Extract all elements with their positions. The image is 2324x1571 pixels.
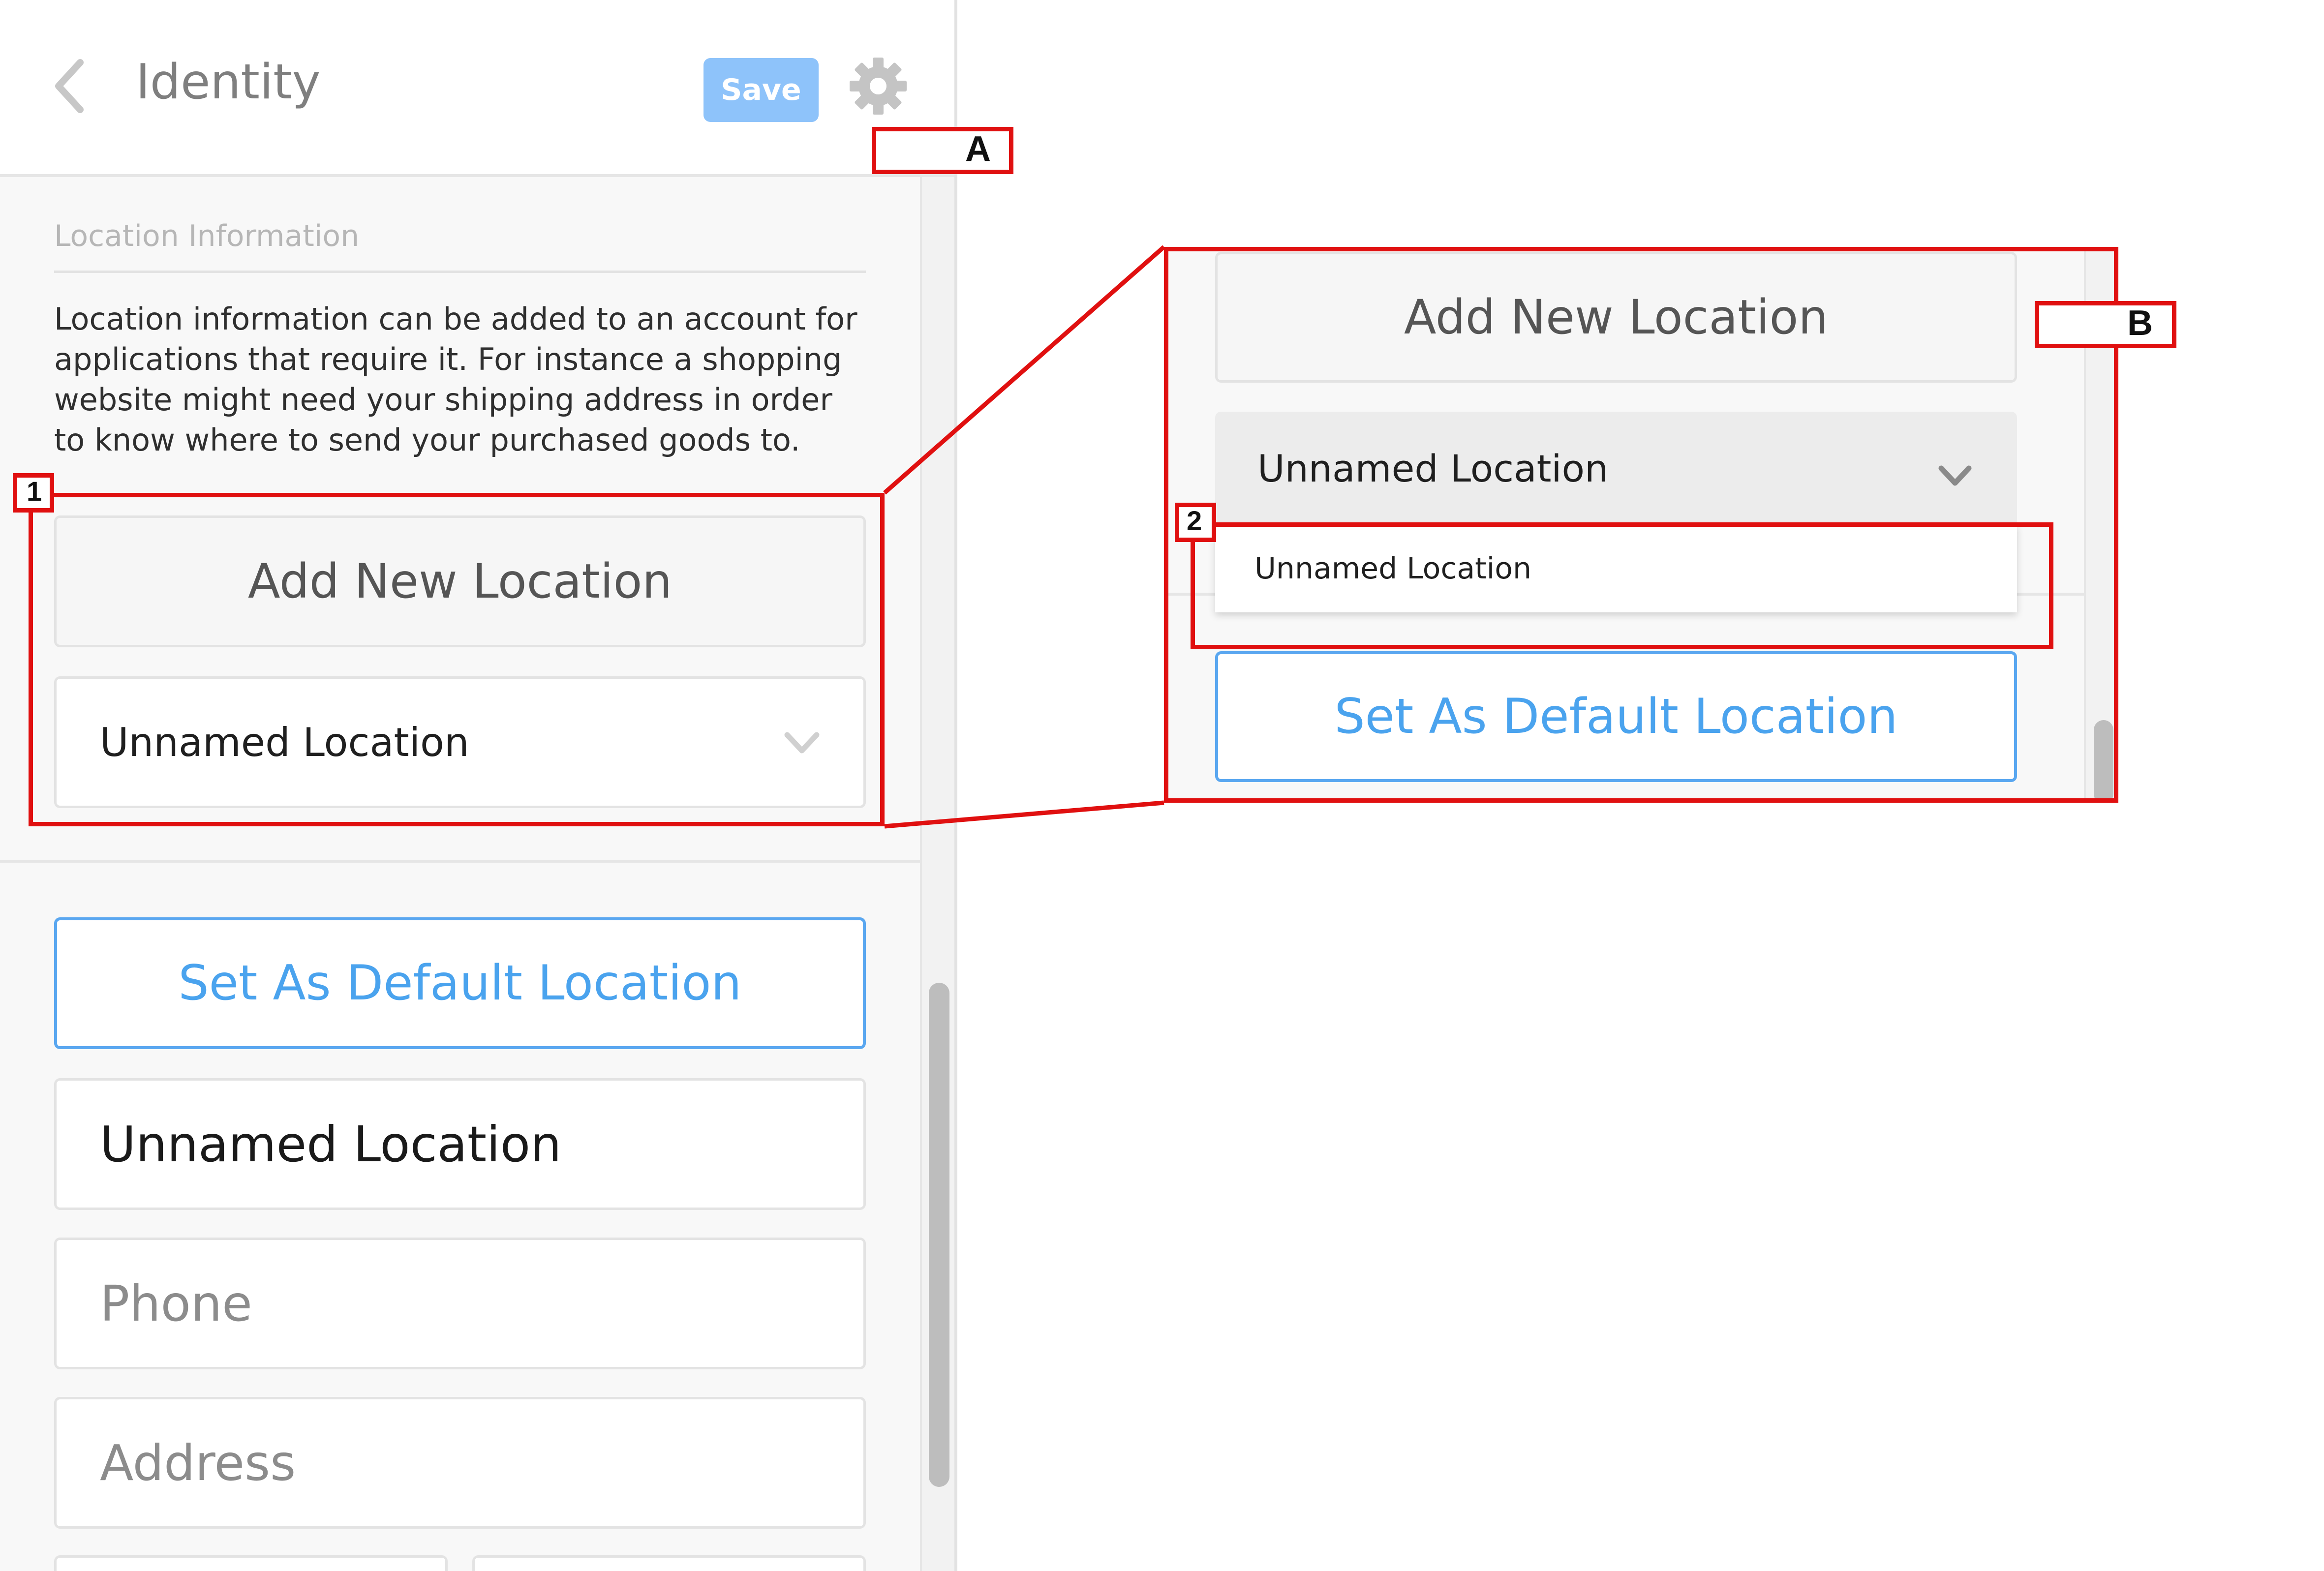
phone-placeholder: Phone bbox=[100, 1274, 252, 1332]
annotation-label-1: 1 bbox=[27, 476, 42, 507]
section-description: Location information can be added to an … bbox=[54, 301, 857, 458]
annotation-label-2: 2 bbox=[1187, 505, 1202, 536]
save-button[interactable]: Save bbox=[703, 58, 819, 122]
scrollbar-thumb[interactable] bbox=[929, 983, 949, 1487]
location-name-value: Unnamed Location bbox=[100, 1115, 562, 1173]
annotation-box-b bbox=[2035, 301, 2176, 348]
location-name-field[interactable]: Unnamed Location bbox=[54, 1078, 866, 1210]
section-divider bbox=[54, 271, 866, 273]
address-placeholder: Address bbox=[100, 1434, 296, 1492]
header-bar: Identity Save bbox=[0, 0, 954, 177]
annotation-label-b: B bbox=[2127, 303, 2153, 343]
section-title: Location Information bbox=[54, 219, 360, 253]
phone-field[interactable]: Phone bbox=[54, 1238, 866, 1369]
annotation-box-2 bbox=[1191, 522, 2053, 649]
section-divider bbox=[0, 860, 920, 863]
form-field-partial[interactable] bbox=[54, 1555, 448, 1571]
annotation-box-1 bbox=[29, 493, 885, 826]
page-title: Identity bbox=[136, 54, 321, 110]
annotation-box-a bbox=[872, 127, 1013, 174]
back-chevron-icon[interactable] bbox=[52, 57, 86, 116]
annotation-label-a: A bbox=[965, 129, 991, 169]
set-default-location-button[interactable]: Set As Default Location bbox=[54, 917, 866, 1049]
form-field-partial[interactable] bbox=[472, 1555, 866, 1571]
gear-icon[interactable] bbox=[849, 57, 908, 116]
address-field[interactable]: Address bbox=[54, 1397, 866, 1529]
